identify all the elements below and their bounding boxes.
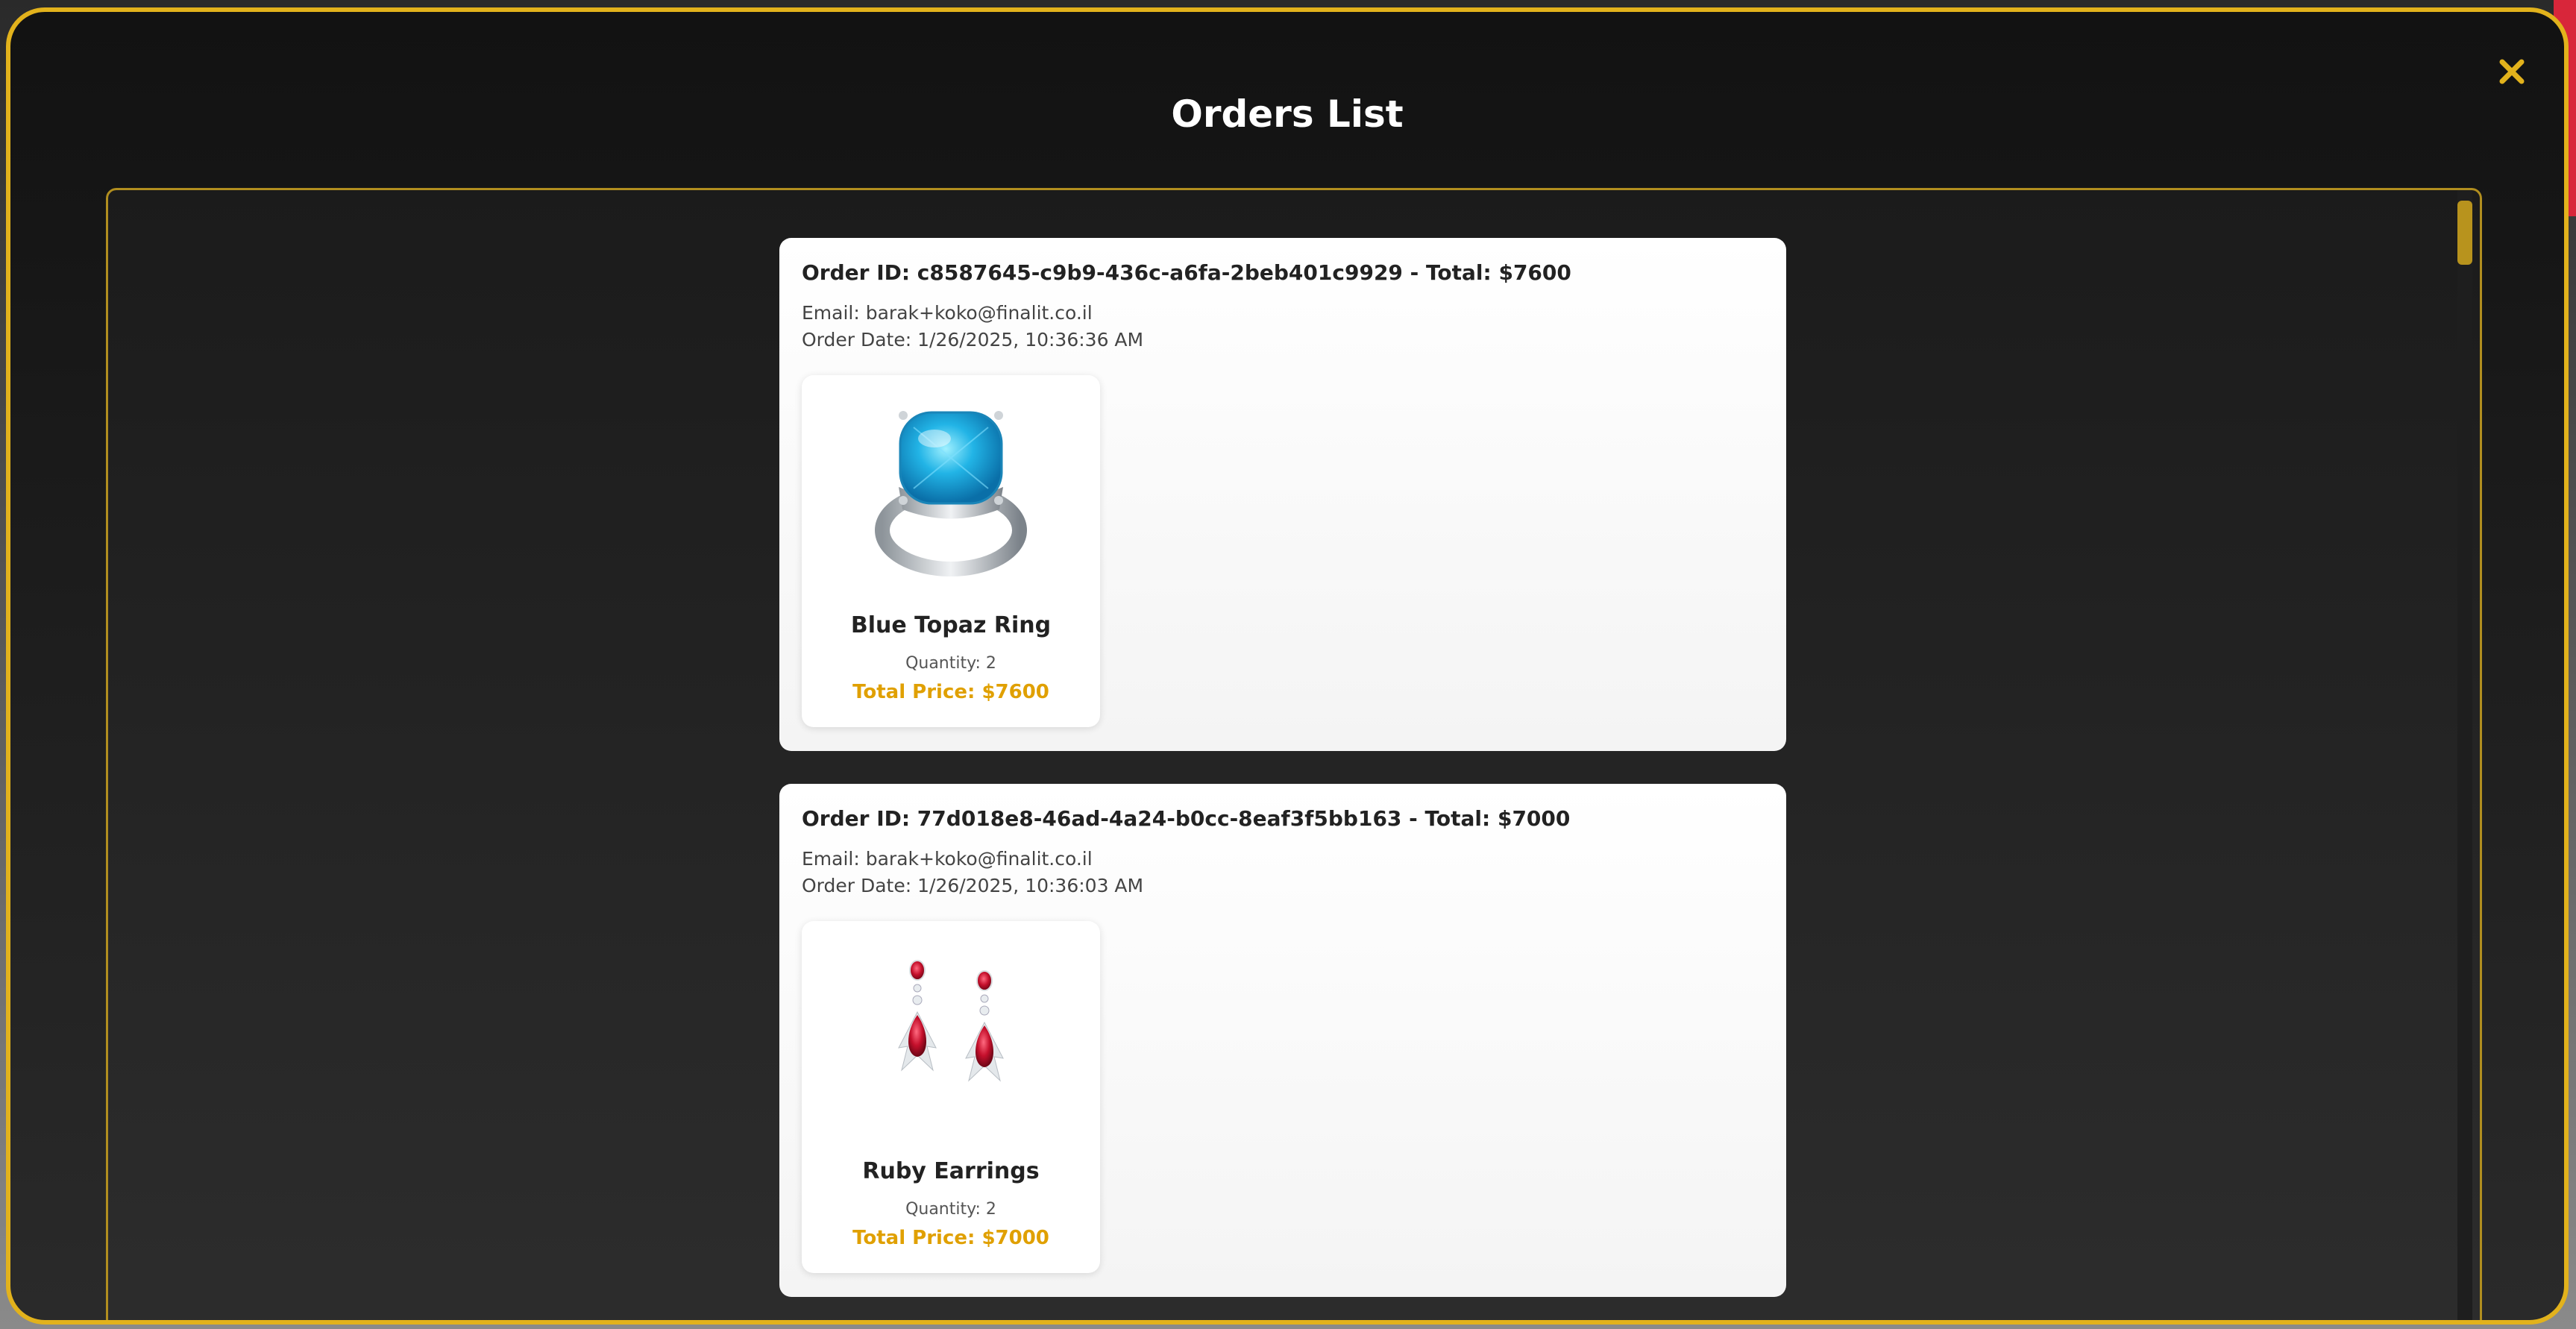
item-name: Blue Topaz Ring <box>850 612 1052 638</box>
order-item-card[interactable]: Blue Topaz Ring Quantity: 2 Total Price:… <box>802 375 1100 727</box>
close-button[interactable] <box>2494 54 2530 89</box>
item-quantity: Quantity: 2 <box>905 1200 996 1219</box>
item-name: Ruby Earrings <box>862 1158 1040 1184</box>
order-card: Order ID: c8587645-c9b9-436c-a6fa-2beb40… <box>779 238 1786 751</box>
orders-list[interactable]: Order ID: c8587645-c9b9-436c-a6fa-2beb40… <box>106 188 2482 1320</box>
modal-title: Orders List <box>1171 92 1404 136</box>
order-email: Email: barak+koko@finalit.co.il <box>802 848 1093 870</box>
orders-modal: Orders List Order ID: c8587645-c9b9-436c… <box>6 7 2569 1325</box>
order-email: Email: barak+koko@finalit.co.il <box>802 302 1093 324</box>
item-total-price: Total Price: $7600 <box>852 681 1049 703</box>
order-date: Order Date: 1/26/2025, 10:36:36 AM <box>802 329 1144 351</box>
order-date: Order Date: 1/26/2025, 10:36:03 AM <box>802 875 1144 896</box>
scrollbar-track[interactable] <box>2457 190 2472 1320</box>
close-icon[interactable] <box>2499 59 2525 84</box>
blue-topaz-ring-image <box>875 411 1027 576</box>
order-card: Order ID: 77d018e8-46ad-4a24-b0cc-8eaf3f… <box>779 784 1786 1297</box>
ruby-earrings-image <box>898 960 1004 1082</box>
scrollbar-thumb[interactable] <box>2457 201 2472 265</box>
order-item-card[interactable]: Ruby Earrings Quantity: 2 Total Price: $… <box>802 921 1100 1273</box>
order-header: Order ID: 77d018e8-46ad-4a24-b0cc-8eaf3f… <box>802 806 1571 831</box>
item-quantity: Quantity: 2 <box>905 654 996 673</box>
item-total-price: Total Price: $7000 <box>852 1227 1049 1249</box>
order-header: Order ID: c8587645-c9b9-436c-a6fa-2beb40… <box>802 260 1571 285</box>
